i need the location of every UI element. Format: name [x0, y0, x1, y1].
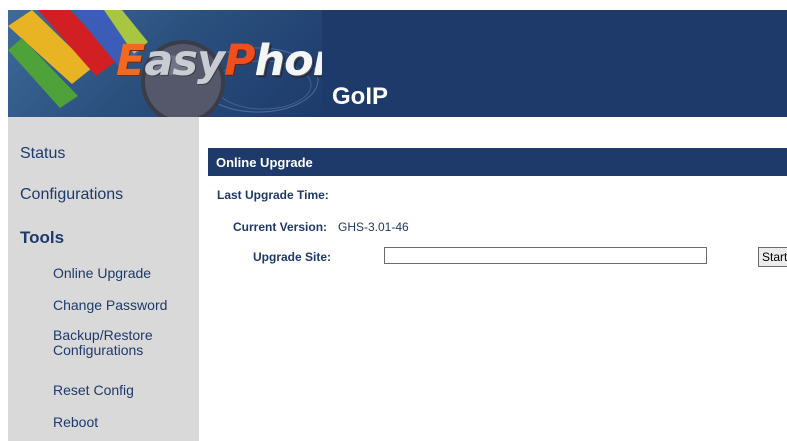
logo-text-sy: asy — [144, 36, 225, 86]
last-upgrade-time-label: Last Upgrade Time: — [217, 188, 329, 202]
current-version-value: GHS-3.01-46 — [338, 220, 409, 234]
current-version-label: Current Version: — [233, 220, 328, 234]
logo-text-p: P — [224, 36, 256, 86]
section-header: Online Upgrade — [208, 148, 787, 176]
sidebar-item-reset-config[interactable]: Reset Config — [53, 383, 134, 398]
sidebar-item-online-upgrade[interactable]: Online Upgrade — [53, 266, 151, 281]
sidebar: Status Configurations Tools Online Upgra… — [8, 117, 199, 441]
main-content: Online Upgrade Last Upgrade Time: Curren… — [199, 117, 787, 441]
main-clip: Online Upgrade Last Upgrade Time: Curren… — [199, 117, 787, 441]
sidebar-item-status[interactable]: Status — [20, 145, 65, 163]
sidebar-item-reboot[interactable]: Reboot — [53, 415, 98, 430]
page: EasyPhone GoIP Status Configurations Too… — [0, 0, 787, 441]
section-title: Online Upgrade — [216, 155, 313, 170]
sidebar-item-backup-restore[interactable]: Backup/Restore Configurations — [53, 328, 153, 358]
logo: EasyPhone — [8, 10, 322, 117]
upgrade-site-label: Upgrade Site: — [253, 250, 332, 264]
logo-text-hone: hone — [254, 36, 322, 86]
sidebar-item-tools[interactable]: Tools — [20, 229, 64, 247]
start-upgrade-button[interactable]: Start — [758, 247, 787, 267]
sidebar-item-change-password[interactable]: Change Password — [53, 298, 167, 313]
product-name: GoIP — [332, 83, 389, 110]
logo-text-e: E — [116, 36, 145, 86]
upgrade-site-input[interactable] — [384, 247, 707, 264]
header: EasyPhone GoIP — [8, 10, 787, 117]
sidebar-item-configurations[interactable]: Configurations — [20, 186, 123, 204]
logo-text: EasyPhone — [116, 40, 322, 83]
